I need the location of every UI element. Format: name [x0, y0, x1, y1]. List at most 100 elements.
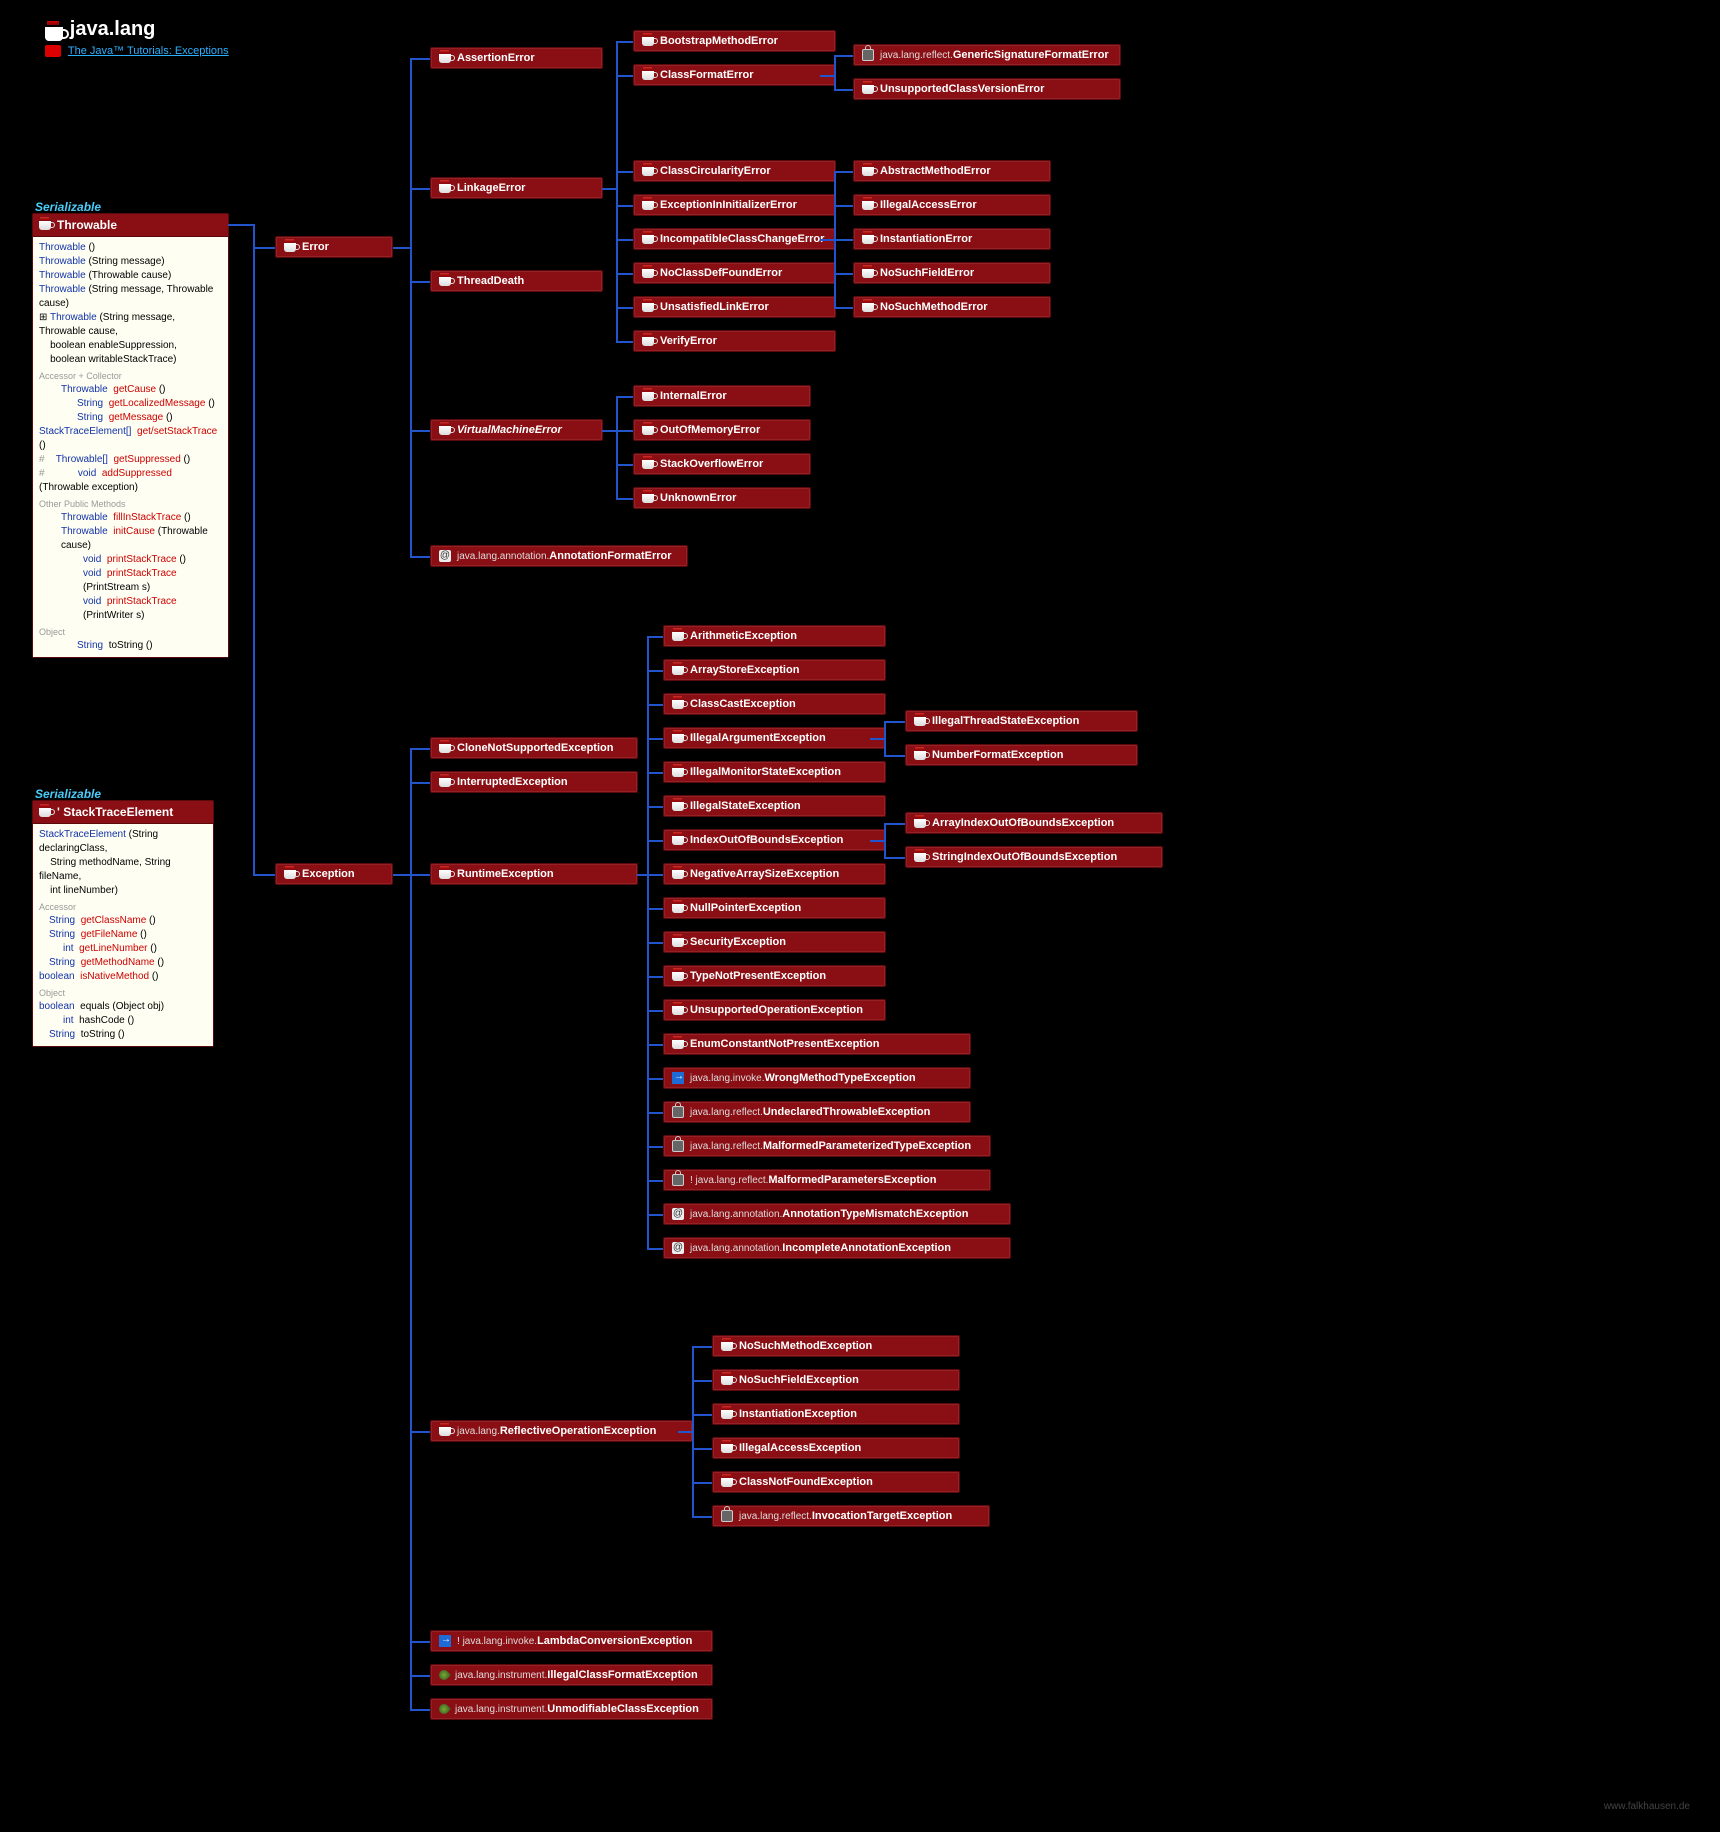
connector — [410, 58, 430, 60]
class-exinit[interactable]: ExceptionInInitializerError — [633, 194, 836, 216]
class-verify[interactable]: VerifyError — [633, 330, 836, 352]
class-stridx[interactable]: StringIndexOutOfBoundsException — [905, 846, 1163, 868]
footer-credit[interactable]: www.falkhausen.de — [1604, 1801, 1690, 1812]
connector — [616, 498, 633, 500]
class-ioob[interactable]: IndexOutOfBoundsException — [663, 829, 886, 851]
class-absmeth[interactable]: AbstractMethodError — [853, 160, 1051, 182]
class-typenot[interactable]: TypeNotPresentException — [663, 965, 886, 987]
class-stacktraceelement[interactable]: ' StackTraceElement StackTraceElement (S… — [32, 800, 214, 1047]
class-npe[interactable]: NullPointerException — [663, 897, 886, 919]
class-throwable[interactable]: Throwable Throwable () Throwable (String… — [32, 213, 229, 658]
class-clscirc[interactable]: ClassCircularityError — [633, 160, 836, 182]
class-unsupclsver[interactable]: UnsupportedClassVersionError — [853, 78, 1121, 100]
class-vmerror[interactable]: VirtualMachineError — [430, 419, 603, 441]
class-nofield[interactable]: NoSuchFieldError — [853, 262, 1051, 284]
java-cup-icon — [642, 71, 654, 80]
connector — [884, 823, 886, 857]
connector — [616, 205, 633, 207]
java-cup-icon — [672, 904, 684, 913]
connector — [692, 1516, 712, 1518]
java-cup-icon — [721, 1376, 733, 1385]
class-runtime[interactable]: RuntimeException — [430, 863, 638, 885]
class-nosuchfieldex[interactable]: NoSuchFieldException — [712, 1369, 960, 1391]
class-incannot[interactable]: @java.lang.annotation.IncompleteAnnotati… — [663, 1237, 1011, 1259]
class-incompat[interactable]: IncompatibleClassChangeError — [633, 228, 836, 250]
java-cup-icon — [862, 235, 874, 244]
class-classformaterror[interactable]: ClassFormatError — [633, 64, 836, 86]
java-cup-icon — [721, 1342, 733, 1351]
class-arith[interactable]: ArithmeticException — [663, 625, 886, 647]
connector — [647, 738, 663, 740]
class-enumnot[interactable]: EnumConstantNotPresentException — [663, 1033, 971, 1055]
connector — [616, 239, 633, 241]
tutorials-link[interactable]: The Java™ Tutorials: Exceptions — [68, 45, 229, 57]
class-oom[interactable]: OutOfMemoryError — [633, 419, 811, 441]
class-illarg[interactable]: IllegalArgumentException — [663, 727, 886, 749]
class-undecl[interactable]: java.lang.reflect.UndeclaredThrowableExc… — [663, 1101, 971, 1123]
class-exception[interactable]: Exception — [275, 863, 393, 885]
class-nosuchmethex[interactable]: NoSuchMethodException — [712, 1335, 960, 1357]
class-insterr[interactable]: InstantiationError — [853, 228, 1051, 250]
serializable-label[interactable]: Serializable — [35, 200, 101, 214]
class-bootstrapmethoderror[interactable]: BootstrapMethodError — [633, 30, 836, 52]
connector — [616, 41, 633, 43]
class-reflop[interactable]: java.lang.ReflectiveOperationException — [430, 1420, 693, 1442]
leaf-icon — [437, 1668, 451, 1682]
class-linkageerror[interactable]: LinkageError — [430, 177, 603, 199]
connector — [410, 748, 430, 750]
class-malfparams[interactable]: ! java.lang.reflect.MalformedParametersE… — [663, 1169, 991, 1191]
class-lambda[interactable]: ! java.lang.invoke.LambdaConversionExcep… — [430, 1630, 713, 1652]
connector — [410, 58, 412, 556]
class-illaccex[interactable]: IllegalAccessException — [712, 1437, 960, 1459]
class-annotmis[interactable]: @java.lang.annotation.AnnotationTypeMism… — [663, 1203, 1011, 1225]
lock-icon — [721, 1510, 733, 1522]
class-interrupted[interactable]: InterruptedException — [430, 771, 638, 793]
class-threaddeath[interactable]: ThreadDeath — [430, 270, 603, 292]
class-malfparam[interactable]: java.lang.reflect.MalformedParameterized… — [663, 1135, 991, 1157]
connector — [884, 721, 905, 723]
class-nometh[interactable]: NoSuchMethodError — [853, 296, 1051, 318]
class-instex[interactable]: InstantiationException — [712, 1403, 960, 1425]
java-cup-icon — [642, 426, 654, 435]
class-clonenot[interactable]: CloneNotSupportedException — [430, 737, 638, 759]
class-clsnotfound[interactable]: ClassNotFoundException — [712, 1471, 960, 1493]
lock-icon — [672, 1174, 684, 1186]
class-illstate[interactable]: IllegalStateException — [663, 795, 886, 817]
connector — [834, 239, 853, 241]
class-annotformaterror[interactable]: @java.lang.annotation.AnnotationFormatEr… — [430, 545, 688, 567]
class-stackov[interactable]: StackOverflowError — [633, 453, 811, 475]
class-negarr[interactable]: NegativeArraySizeException — [663, 863, 886, 885]
class-illmon[interactable]: IllegalMonitorStateException — [663, 761, 886, 783]
connector — [410, 1675, 430, 1677]
connector — [884, 721, 886, 755]
class-nocls[interactable]: NoClassDefFoundError — [633, 262, 836, 284]
class-wrongmeth[interactable]: java.lang.invoke.WrongMethodTypeExceptio… — [663, 1067, 971, 1089]
class-gensigformaterror[interactable]: java.lang.reflect.GenericSignatureFormat… — [853, 44, 1121, 66]
class-unsat[interactable]: UnsatisfiedLinkError — [633, 296, 836, 318]
class-illclsfmt[interactable]: java.lang.instrument.IllegalClassFormatE… — [430, 1664, 713, 1686]
class-illacc[interactable]: IllegalAccessError — [853, 194, 1051, 216]
class-unmod[interactable]: java.lang.instrument.UnmodifiableClassEx… — [430, 1698, 713, 1720]
class-unsupop[interactable]: UnsupportedOperationException — [663, 999, 886, 1021]
class-invtarget[interactable]: java.lang.reflect.InvocationTargetExcept… — [712, 1505, 990, 1527]
connector — [616, 41, 618, 341]
java-cup-icon — [862, 201, 874, 210]
class-clscast[interactable]: ClassCastException — [663, 693, 886, 715]
class-arrstore[interactable]: ArrayStoreException — [663, 659, 886, 681]
java-cup-icon — [642, 235, 654, 244]
connector — [602, 188, 616, 190]
class-illthread[interactable]: IllegalThreadStateException — [905, 710, 1138, 732]
class-numfmt[interactable]: NumberFormatException — [905, 744, 1138, 766]
connector — [647, 976, 663, 978]
connector — [692, 1346, 694, 1516]
class-secex[interactable]: SecurityException — [663, 931, 886, 953]
class-arridx[interactable]: ArrayIndexOutOfBoundsException — [905, 812, 1163, 834]
arrow-icon — [672, 1072, 684, 1084]
java-cup-icon — [914, 819, 926, 828]
class-error[interactable]: Error — [275, 236, 393, 258]
serializable-label-2[interactable]: Serializable — [35, 787, 101, 801]
class-assertionerror[interactable]: AssertionError — [430, 47, 603, 69]
class-unknown[interactable]: UnknownError — [633, 487, 811, 509]
java-cup-icon — [672, 632, 684, 641]
class-internal[interactable]: InternalError — [633, 385, 811, 407]
